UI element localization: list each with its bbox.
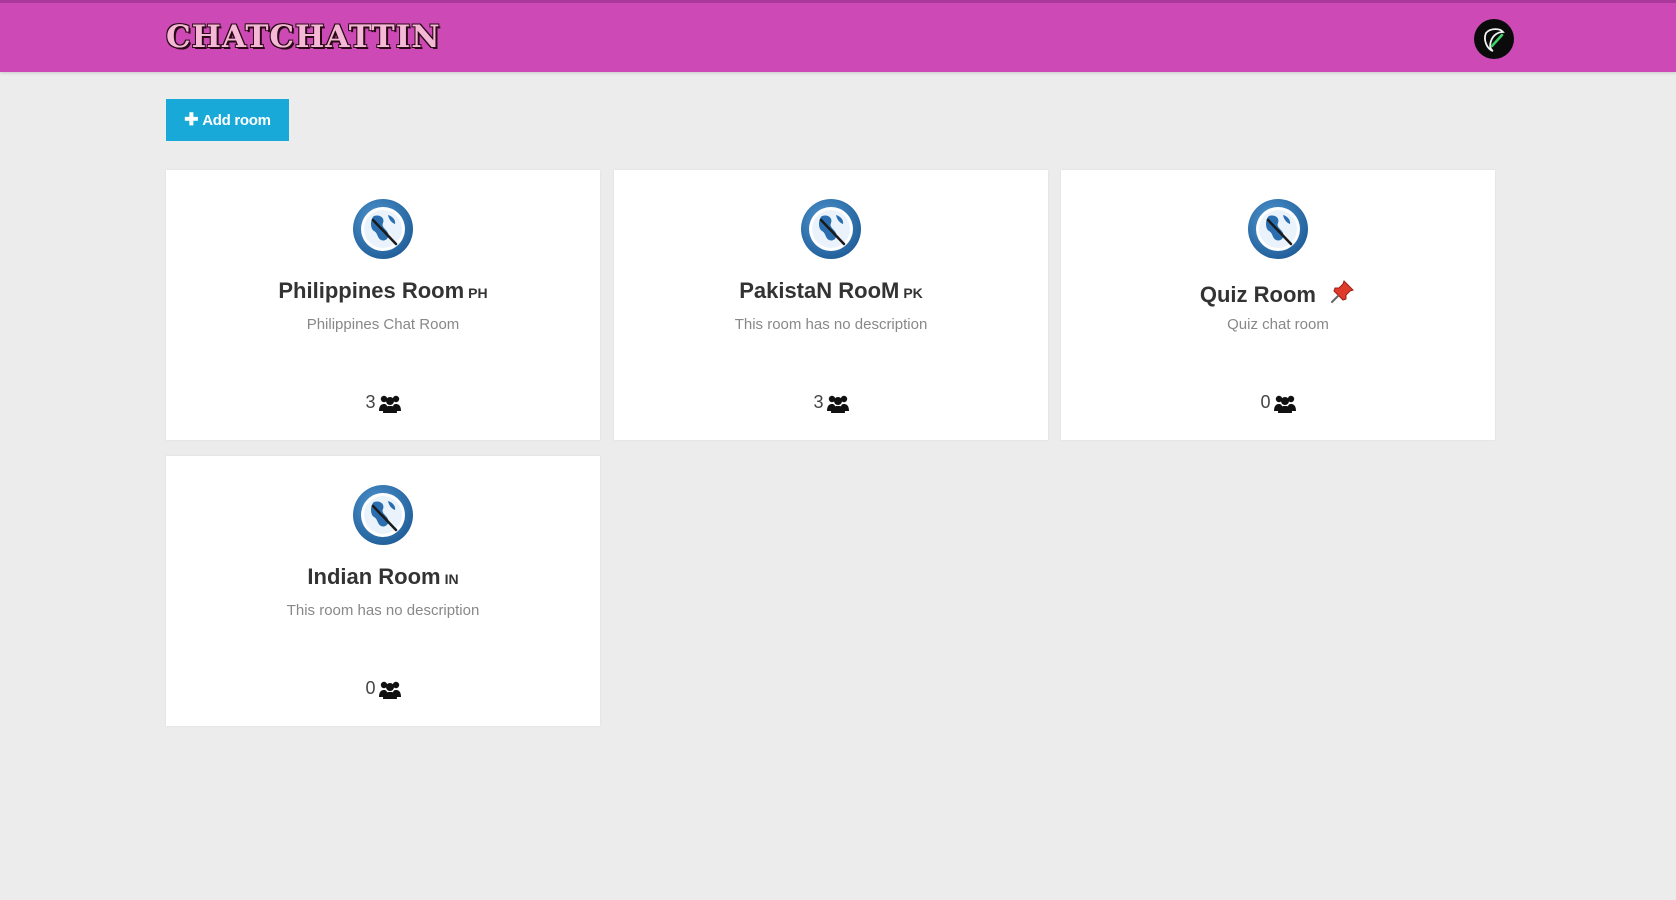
country-code: IN <box>444 571 459 587</box>
site-logo[interactable]: CHATCHATTIN <box>166 19 441 55</box>
pushpin-icon <box>1331 280 1355 303</box>
room-description: This room has no description <box>286 602 480 619</box>
users-icon <box>378 395 401 413</box>
room-description: Philippines Chat Room <box>306 316 460 333</box>
leaf-logo-icon <box>1484 28 1505 52</box>
globe-icon <box>352 197 414 261</box>
room-name: PakistaN RooM PK <box>739 278 923 303</box>
country-code: PK <box>903 285 923 301</box>
globe-icon <box>352 483 414 547</box>
globe-icon <box>800 197 862 261</box>
room-description: Quiz chat room <box>1227 316 1329 333</box>
country-code: PH <box>468 285 488 301</box>
user-count: 0 <box>166 678 600 699</box>
globe-icon <box>1247 197 1309 261</box>
room-card-indian[interactable]: Indian Room IN This room has no descripti… <box>166 456 600 726</box>
user-count: 3 <box>166 392 600 413</box>
users-icon <box>378 681 401 699</box>
user-count: 0 <box>1061 392 1495 413</box>
room-name: Indian Room IN <box>307 564 459 589</box>
room-description: This room has no description <box>734 316 928 333</box>
user-avatar[interactable] <box>1474 19 1514 59</box>
room-name: Philippines Room PH <box>278 278 488 303</box>
room-card-philippines[interactable]: Philippines Room PH Philippines Chat Room… <box>166 170 600 440</box>
room-name: Quiz Room <box>1061 278 1495 308</box>
add-room-button[interactable]: ✚ Add room <box>166 99 289 141</box>
add-room-label: Add room <box>202 111 271 129</box>
top-navbar: CHATCHATTIN <box>0 0 1676 72</box>
plus-icon: ✚ <box>184 110 199 129</box>
users-icon <box>826 395 849 413</box>
room-card-pakistan[interactable]: PakistaN RooM PK This room has no descrip… <box>614 170 1048 440</box>
users-icon <box>1273 395 1296 413</box>
user-count: 3 <box>614 392 1048 413</box>
room-card-quiz[interactable]: Quiz Room Quiz chat room 0 <box>1061 170 1495 440</box>
